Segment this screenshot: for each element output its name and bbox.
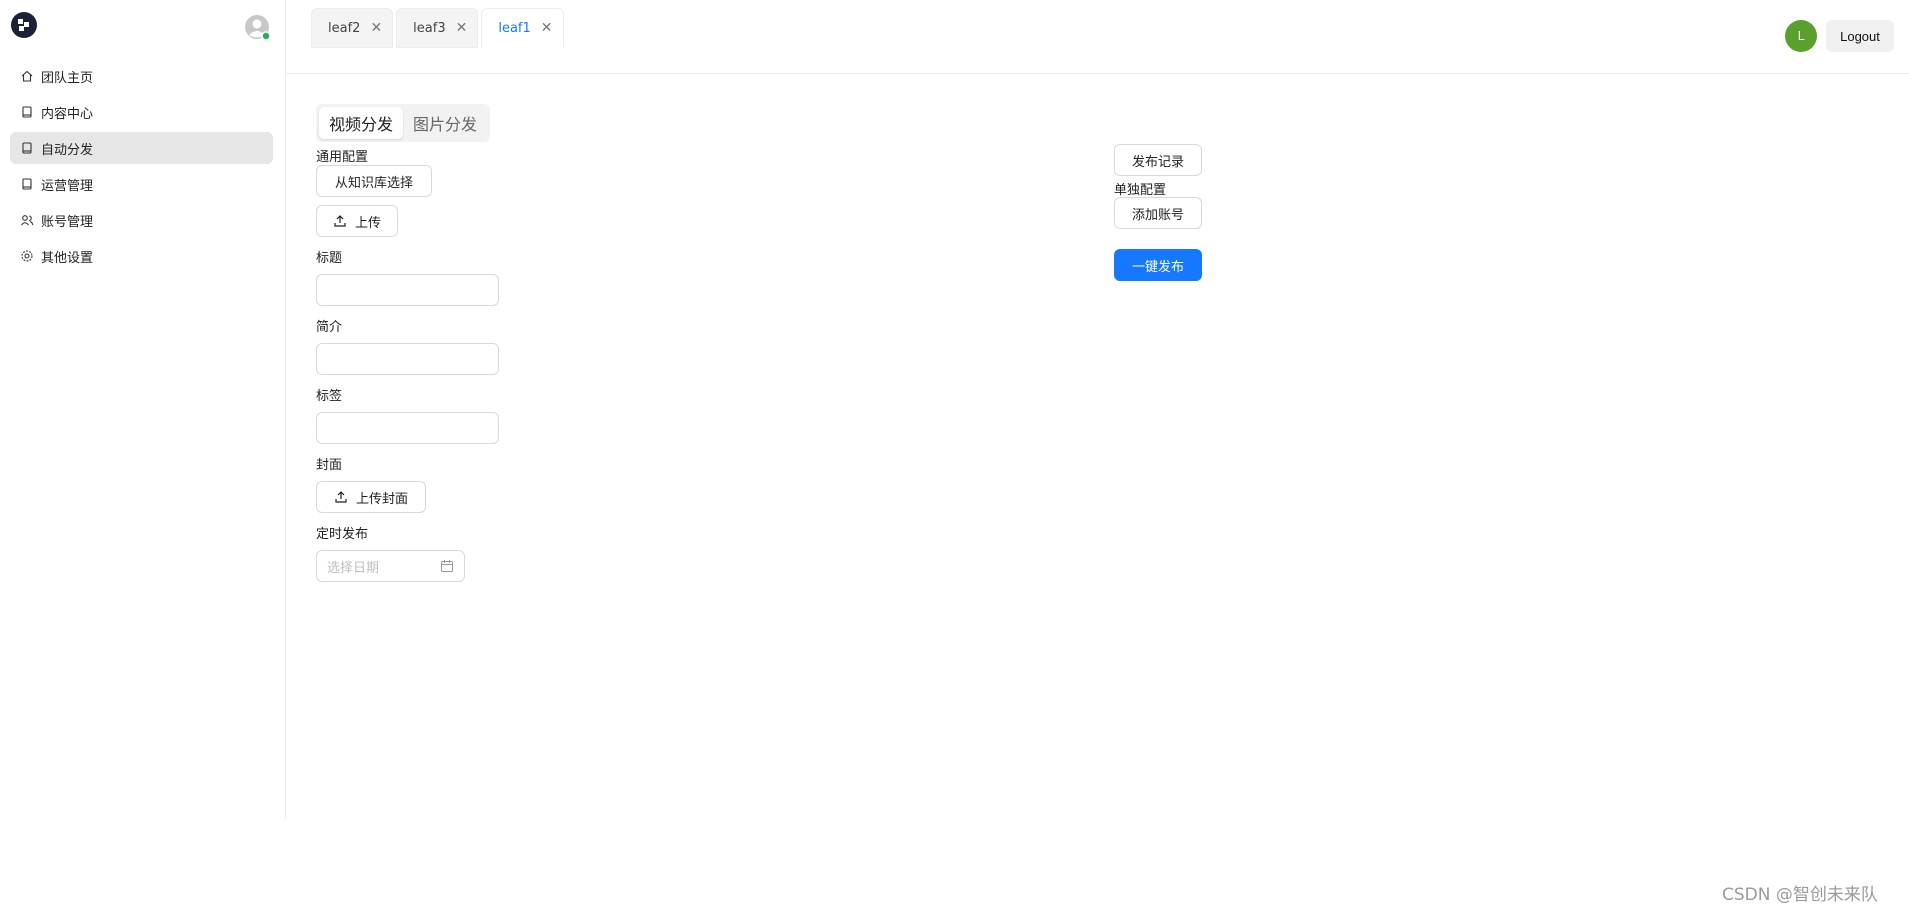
sidebar-item-label: 其他设置 [41, 250, 94, 266]
top-bar: leaf2 ✕ leaf3 ✕ leaf1 ✕ L Logout [286, 0, 1909, 74]
date-placeholder: 选择日期 [327, 560, 380, 576]
sidebar-nav: 团队主页 内容中心 自动分发 运营管理 账号管理 其他设置 [10, 60, 273, 276]
close-icon[interactable]: ✕ [456, 20, 468, 36]
close-icon[interactable]: ✕ [370, 20, 382, 36]
publish-log-button[interactable]: 发布记录 [1114, 144, 1202, 176]
segment-video-distribution[interactable]: 视频分发 [319, 107, 404, 139]
tab-leaf2[interactable]: leaf2 ✕ [311, 8, 394, 48]
tab-label: leaf2 [328, 20, 361, 36]
upload-button-label: 上传 [354, 215, 381, 231]
users-icon [20, 213, 34, 227]
upload-cover-button[interactable]: 上传封面 [316, 481, 426, 513]
gear-icon [20, 249, 34, 263]
tab-label: leaf1 [498, 20, 531, 36]
calendar-icon [441, 560, 453, 572]
user-profile-icon[interactable] [244, 14, 271, 41]
separate-config-label: 单独配置 [1114, 183, 1167, 198]
sidebar-item-other-settings[interactable]: 其他设置 [10, 240, 273, 272]
upload-button[interactable]: 上传 [316, 205, 398, 237]
app-logo[interactable] [11, 12, 37, 38]
sidebar-item-operations[interactable]: 运营管理 [10, 168, 273, 200]
tags-input[interactable] [316, 412, 499, 444]
cover-label: 封面 [316, 458, 343, 473]
sidebar-item-content-center[interactable]: 内容中心 [10, 96, 273, 128]
tab-label: leaf3 [413, 20, 446, 36]
sidebar-item-auto-distribution[interactable]: 自动分发 [10, 132, 273, 164]
distribution-type-switch: 视频分发 图片分发 [316, 104, 491, 142]
upload-icon [334, 490, 348, 504]
book-icon [20, 177, 34, 191]
close-icon[interactable]: ✕ [541, 20, 553, 36]
logout-button[interactable]: Logout [1826, 20, 1894, 52]
tab-leaf3[interactable]: leaf3 ✕ [396, 8, 479, 48]
sidebar-item-team-home[interactable]: 团队主页 [10, 60, 273, 92]
upload-cover-label: 上传封面 [355, 491, 408, 507]
logo-icon [18, 19, 29, 31]
book-icon [20, 105, 34, 119]
sidebar-item-accounts[interactable]: 账号管理 [10, 204, 273, 236]
intro-input[interactable] [316, 343, 499, 375]
sidebar-item-label: 团队主页 [41, 70, 94, 86]
sidebar-item-label: 自动分发 [41, 142, 94, 158]
tags-label: 标签 [316, 389, 343, 404]
upload-icon [333, 214, 347, 228]
title-label: 标题 [316, 251, 343, 266]
sidebar-item-label: 账号管理 [41, 214, 94, 230]
sidebar-item-label: 运营管理 [41, 178, 94, 194]
avatar[interactable]: L [1785, 20, 1817, 52]
add-account-button[interactable]: 添加账号 [1114, 197, 1202, 229]
watermark: CSDN @智创未来队 [1722, 885, 1878, 905]
schedule-label: 定时发布 [316, 527, 369, 542]
book-icon [20, 141, 34, 155]
sidebar: 团队主页 内容中心 自动分发 运营管理 账号管理 其他设置 [0, 0, 286, 818]
one-click-publish-button[interactable]: 一键发布 [1114, 249, 1202, 281]
choose-from-kb-button[interactable]: 从知识库选择 [316, 165, 432, 197]
title-input[interactable] [316, 274, 499, 306]
tab-bar: leaf2 ✕ leaf3 ✕ leaf1 ✕ [311, 8, 567, 48]
general-config-label: 通用配置 [316, 150, 369, 165]
segment-image-distribution[interactable]: 图片分发 [403, 107, 487, 139]
date-picker[interactable]: 选择日期 [316, 550, 465, 582]
intro-label: 简介 [316, 320, 343, 335]
tab-leaf1[interactable]: leaf1 ✕ [481, 8, 564, 48]
sidebar-item-label: 内容中心 [41, 106, 94, 122]
home-icon [20, 69, 34, 83]
